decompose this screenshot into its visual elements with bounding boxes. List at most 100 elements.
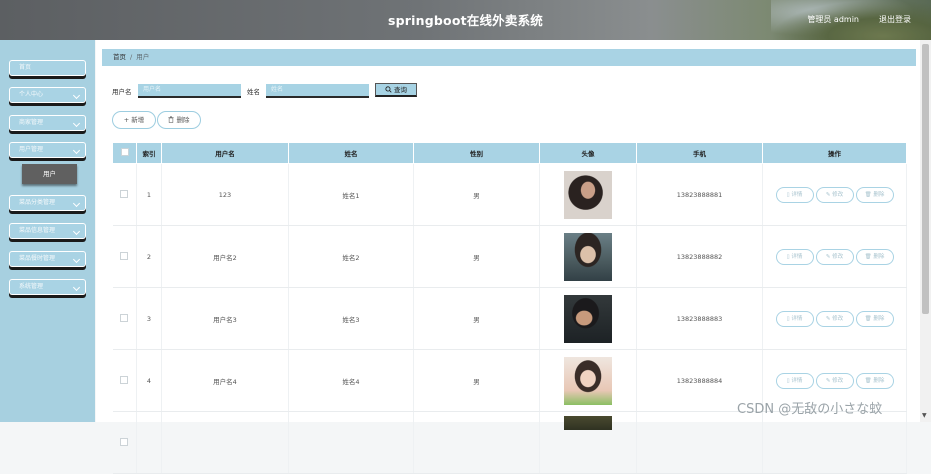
row-checkbox[interactable]: [120, 375, 129, 384]
row-gender: 男: [413, 163, 540, 226]
delete-button-label: 删除: [176, 116, 190, 124]
sidebar-subitem-user[interactable]: 用户: [22, 164, 77, 184]
sidebar-item-label: 个人中心: [19, 91, 44, 98]
edit-icon: ✎: [825, 191, 831, 198]
sidebar-item-home[interactable]: 首页: [9, 60, 86, 76]
delete-button-label: 删除: [873, 253, 885, 260]
edit-icon: ✎: [825, 253, 831, 260]
sidebar-item-label: 菜品分类管理: [19, 199, 56, 206]
breadcrumb: 首页 / 用户: [102, 49, 916, 66]
detail-button[interactable]: ▯ 详情: [775, 310, 814, 327]
row-checkbox[interactable]: [120, 189, 129, 198]
sidebar-item-system-management[interactable]: 系统管理: [9, 279, 86, 295]
column-header: 头像: [539, 142, 637, 164]
detail-icon: ▯: [786, 191, 790, 198]
trash-icon: 🗑: [864, 315, 872, 322]
row-username: 用户名2: [161, 225, 289, 288]
row-checkbox[interactable]: [120, 313, 129, 322]
breadcrumb-home[interactable]: 首页: [113, 53, 126, 61]
row-index: 4: [136, 349, 162, 412]
column-header: 索引: [136, 142, 162, 164]
detail-button-label: 详情: [791, 191, 803, 198]
row-checkbox[interactable]: [120, 251, 129, 260]
delete-button[interactable]: 🗑 删除: [855, 372, 894, 389]
delete-button[interactable]: 🗑 删除: [855, 310, 894, 327]
detail-button-label: 详情: [791, 253, 803, 260]
detail-button-label: 详情: [791, 377, 803, 384]
detail-icon: ▯: [786, 315, 790, 322]
add-button[interactable]: + 新增: [112, 111, 156, 129]
scrollbar-thumb[interactable]: [922, 44, 929, 314]
row-checkbox[interactable]: [120, 437, 129, 446]
table-row: 2 用户名2 姓名2 男 13823888882 ▯ 详情 ✎ 修改 🗑 删除: [112, 225, 907, 288]
trash-icon: 🗑: [864, 377, 872, 384]
sidebar-item-personal-center[interactable]: 个人中心: [9, 87, 86, 103]
delete-button-label: 删除: [873, 191, 885, 198]
trash-icon: [168, 116, 175, 123]
sidebar-item-dish-info-management[interactable]: 菜品信息管理: [9, 223, 86, 239]
row-gender: 男: [413, 349, 540, 412]
user-table: 索引 用户名 姓名 性别 头像 手机 操作 1 123 姓名1 男 138238…: [112, 142, 907, 474]
search-button[interactable]: 查询: [375, 83, 417, 97]
chevron-down-icon: [72, 119, 81, 128]
delete-button-label: 删除: [873, 315, 885, 322]
app-title: springboot在线外卖系统: [388, 13, 543, 28]
delete-button[interactable]: 🗑 删除: [855, 186, 894, 203]
plus-icon: +: [123, 116, 130, 124]
row-gender: 男: [413, 287, 540, 350]
avatar: [564, 416, 612, 430]
column-header: 操作: [762, 142, 907, 164]
main-content: 首页 /用户 用户名 姓名 查询 + 新增 删除 索引 用户名 姓名 性别 头像 …: [96, 40, 920, 474]
row-actions: ▯ 详情 ✎ 修改 🗑 删除: [762, 225, 907, 288]
detail-button[interactable]: ▯ 详情: [775, 372, 814, 389]
avatar: [564, 294, 612, 343]
edit-button[interactable]: ✎ 修改: [815, 248, 854, 265]
username-label: 用户名: [112, 88, 132, 96]
vertical-scrollbar[interactable]: ▼: [920, 40, 931, 422]
sidebar-item-label: 用户管理: [19, 146, 44, 153]
edit-button[interactable]: ✎ 修改: [815, 186, 854, 203]
top-header: springboot在线外卖系统 管理员 admin 退出登录: [0, 0, 931, 40]
table-row: 3 用户名3 姓名3 男 13823888883 ▯ 详情 ✎ 修改 🗑 删除: [112, 287, 907, 350]
chevron-down-icon: [72, 91, 81, 100]
row-name: 姓名1: [288, 163, 414, 226]
detail-icon: ▯: [786, 253, 790, 260]
edit-button[interactable]: ✎ 修改: [815, 310, 854, 327]
chevron-down-icon: [72, 146, 81, 155]
select-all-checkbox-cell[interactable]: [112, 142, 137, 164]
scroll-down-arrow-icon[interactable]: ▼: [922, 412, 927, 419]
delete-button[interactable]: 🗑 删除: [855, 248, 894, 265]
search-button-label: 查询: [394, 86, 408, 94]
detail-button[interactable]: ▯ 详情: [775, 248, 814, 265]
row-name: 姓名2: [288, 225, 414, 288]
row-actions: ▯ 详情 ✎ 修改 🗑 删除: [762, 287, 907, 350]
logout-link[interactable]: 退出登录: [879, 14, 911, 25]
edit-icon: ✎: [825, 377, 831, 384]
detail-button[interactable]: ▯ 详情: [775, 186, 814, 203]
delete-button-label: 删除: [873, 377, 885, 384]
batch-delete-button[interactable]: 删除: [157, 111, 201, 129]
username-search-input[interactable]: [138, 84, 241, 98]
sidebar-item-label: 菜品信息管理: [19, 227, 56, 234]
row-phone: 13823888882: [636, 225, 763, 288]
trash-icon: 🗑: [864, 191, 872, 198]
sidebar: 首页 个人中心 商家管理 用户管理 用户 菜品分类管理 菜品信息管理 菜品餐时管…: [0, 40, 95, 422]
edit-button-label: 修改: [832, 191, 844, 198]
current-user: 管理员 admin: [807, 15, 859, 24]
edit-button-label: 修改: [832, 377, 844, 384]
edit-button[interactable]: ✎ 修改: [815, 372, 854, 389]
watermark: CSDN @无敌の小さな蚊: [737, 402, 883, 417]
sidebar-item-dish-category-management[interactable]: 菜品分类管理: [9, 195, 86, 211]
table-row: 1 123 姓名1 男 13823888881 ▯ 详情 ✎ 修改 🗑 删除: [112, 163, 907, 226]
row-index: 2: [136, 225, 162, 288]
chevron-down-icon: [72, 227, 81, 236]
sidebar-item-user-management[interactable]: 用户管理: [9, 142, 86, 158]
name-search-input[interactable]: [266, 84, 369, 98]
sidebar-item-merchant-management[interactable]: 商家管理: [9, 115, 86, 131]
row-gender: 男: [413, 225, 540, 288]
row-username: 用户名4: [161, 349, 289, 412]
column-header: 性别: [413, 142, 540, 164]
select-all-checkbox[interactable]: [120, 148, 129, 156]
sidebar-item-dish-meal-management[interactable]: 菜品餐时管理: [9, 251, 86, 267]
detail-button-label: 详情: [791, 315, 803, 322]
